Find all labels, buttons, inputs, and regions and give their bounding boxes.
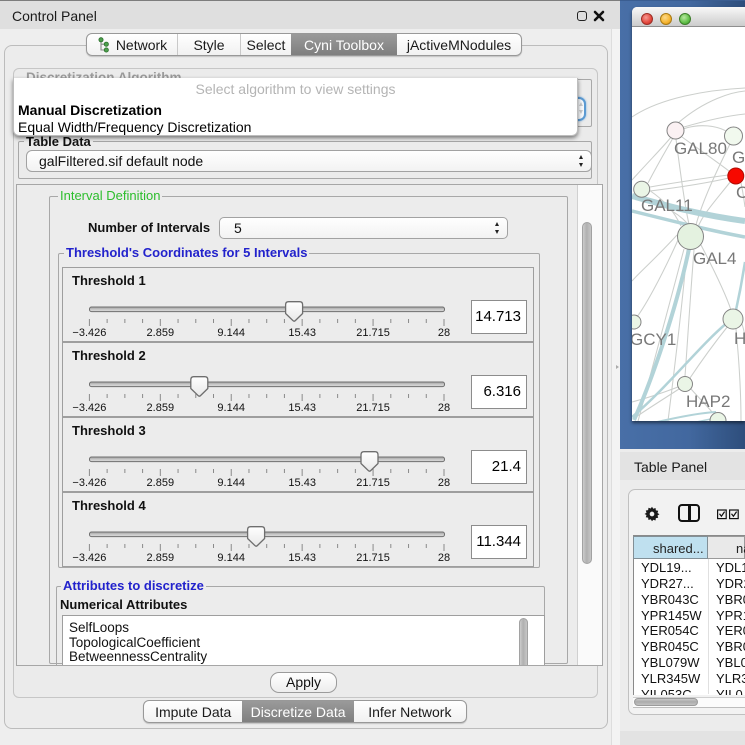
svg-text:CY: CY [736,183,745,202]
svg-text:GAL: GAL [732,148,745,167]
svg-text:H: H [734,329,745,348]
svg-text:GAL11: GAL11 [641,196,693,215]
svg-text:GCY1: GCY1 [632,330,676,349]
svg-text:HAP2: HAP2 [686,392,730,411]
svg-text:GAL80: GAL80 [674,139,727,158]
svg-text:GAL4: GAL4 [693,249,736,268]
